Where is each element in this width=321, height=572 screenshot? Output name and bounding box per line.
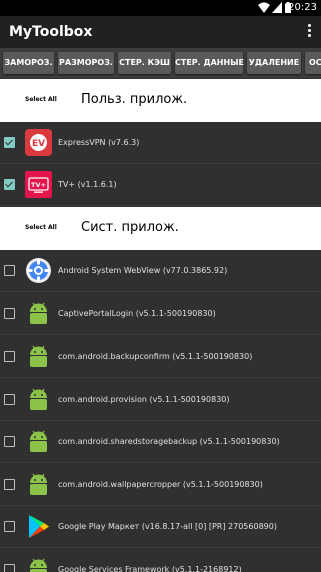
android-icon [30,430,47,452]
app-checkbox[interactable] [4,564,15,572]
user-apps-header: Select All Польз. прилож. [0,79,321,122]
app-checkbox[interactable] [4,521,15,532]
signal-icon [272,2,282,13]
android-icon [30,345,47,367]
overflow-menu-icon[interactable] [308,24,312,40]
app-label: Google Play Маркет (v16.8.17-all [0] [PR… [58,522,277,531]
app-checkbox[interactable] [4,137,15,148]
unfreeze-button[interactable]: РАЗМОРОЗ. [58,52,114,74]
list-item[interactable]: Google Play Маркет (v16.8.17-all [0] [PR… [0,506,321,548]
app-checkbox[interactable] [4,265,15,276]
freeze-button[interactable]: ЗАМОРОЗ. [3,52,54,74]
select-all-system-button[interactable]: Select All [25,222,57,234]
app-checkbox[interactable] [4,436,15,447]
clock: 20:23 [288,2,317,13]
list-item[interactable]: EV ExpressVPN (v7.6.3) [0,122,321,164]
action-toolbar: ЗАМОРОЗ. РАЗМОРОЗ. СТЕР. КЭШ СТЕР. ДАННЫ… [0,48,321,78]
wifi-icon [258,2,270,13]
list-item[interactable]: Android System WebView (v77.0.3865.92) [0,250,321,292]
system-apps-header: Select All Сист. прилож. [0,207,321,250]
status-bar: 20:23 [0,0,321,16]
app-bar: MyToolbox [0,16,321,48]
overflow-button[interactable]: ОС [305,52,321,74]
list-item[interactable]: CaptivePortalLogin (v5.1.1-500190830) [0,293,321,335]
app-label: ExpressVPN (v7.6.3) [58,138,140,147]
list-item[interactable]: TV+ TV+ (v1.1.6.1) [0,164,321,206]
app-label: CaptivePortalLogin (v5.1.1-500190830) [58,309,216,318]
app-checkbox[interactable] [4,179,15,190]
webview-icon [26,258,51,283]
android-icon [30,558,47,572]
list-item[interactable]: com.android.wallpapercropper (v5.1.1-500… [0,464,321,506]
app-checkbox[interactable] [4,308,15,319]
android-icon [30,473,47,495]
android-icon [30,302,47,324]
app-checkbox[interactable] [4,351,15,362]
user-apps-title: Польз. прилож. [81,92,188,107]
list-item[interactable]: com.android.sharedstoragebackup (v5.1.1-… [0,421,321,463]
tvplus-icon: TV+ [25,171,52,198]
app-label: Google Services Framework (v5.1.1-216891… [58,565,242,572]
google-play-icon [29,515,49,538]
app-label: com.android.provision (v5.1.1-500190830) [58,395,230,404]
app-title: MyToolbox [9,24,93,40]
app-label: Android System WebView (v77.0.3865.92) [58,266,228,275]
expressvpn-icon: EV [25,129,52,156]
app-checkbox[interactable] [4,479,15,490]
uninstall-button[interactable]: УДАЛЕНИЕ [247,52,301,74]
android-icon [30,388,47,410]
list-item[interactable]: com.android.provision (v5.1.1-500190830) [0,379,321,421]
app-label: com.android.backupconfirm (v5.1.1-500190… [58,352,253,361]
app-label: com.android.sharedstoragebackup (v5.1.1-… [58,437,280,446]
app-label: TV+ (v1.1.6.1) [58,180,117,189]
svg-text:EV: EV [32,139,45,149]
list-item[interactable]: com.android.backupconfirm (v5.1.1-500190… [0,336,321,378]
list-item[interactable]: Google Services Framework (v5.1.1-216891… [0,549,321,572]
clear-data-button[interactable]: СТЕР. ДАННЫЕ [175,52,244,74]
app-label: com.android.wallpapercropper (v5.1.1-500… [58,480,263,489]
select-all-user-button[interactable]: Select All [25,94,57,106]
system-apps-title: Сист. прилож. [81,220,179,235]
svg-text:TV+: TV+ [31,181,46,189]
app-checkbox[interactable] [4,394,15,405]
clear-cache-button[interactable]: СТЕР. КЭШ [118,52,171,74]
